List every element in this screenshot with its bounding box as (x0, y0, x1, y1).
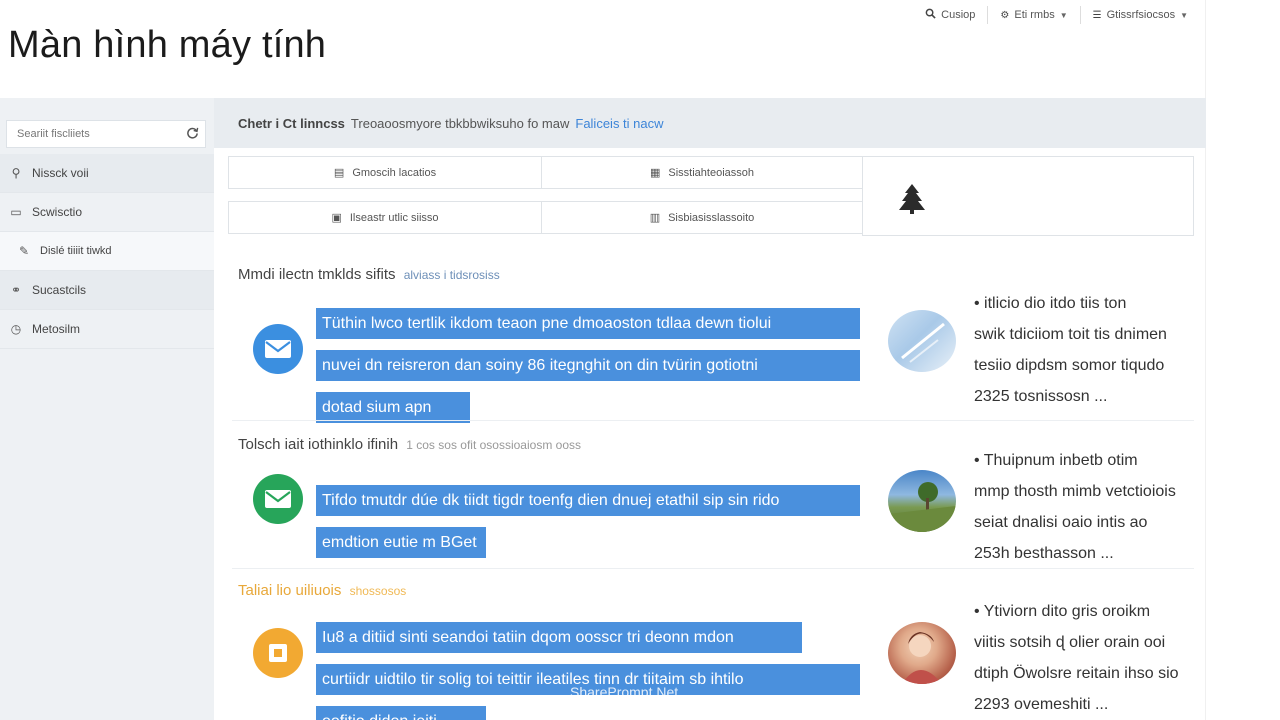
content-section-3: Taliai lio uiliuois shossosos Iu8 a diti… (238, 578, 1198, 720)
snippet-line: • Thuipnum inbetb otim (974, 452, 1138, 469)
snippet-line: • Ytiviorn dito gris oroikm (974, 603, 1151, 620)
snippet-line: tesiio dipdsm somor tiqudo (974, 357, 1165, 374)
section-heading-sub: 1 cos sos ofit osossioaiosm ooss (406, 438, 581, 452)
sidebar-item-4[interactable]: ⚭ Sucastcils (0, 271, 214, 310)
watermark: SharePrompt.Net (570, 684, 679, 700)
message-line: dotad sium apn (316, 392, 470, 423)
top-bar-search[interactable]: Cusiop (913, 6, 987, 24)
section-divider (232, 568, 1194, 569)
sidebar: ⚲ Nissck voii ▭ Scwisctio ✎ Dislé tiiiit… (0, 98, 214, 720)
snippet-line: mmp thosth mimb vetctioiois (974, 483, 1176, 500)
main-header-label: Chetr i Ct linncss (238, 115, 345, 131)
edit-icon: ✎ (18, 244, 30, 258)
page-title: Màn hình máy tính (8, 24, 327, 66)
profile-icon: ☰ (1092, 9, 1102, 21)
sidebar-item-label: Scwisctio (32, 205, 83, 219)
settings-icon: ⚙ (1000, 9, 1010, 21)
tree-icon (899, 184, 925, 214)
mail-icon[interactable] (253, 324, 303, 374)
search-icon (925, 8, 936, 22)
grid-cell-label: Sisstiahteoiassoh (668, 166, 754, 179)
sidebar-item-2[interactable]: ▭ Scwisctio (0, 193, 214, 232)
main-header-link[interactable]: Faliceis ti nacw (575, 116, 663, 131)
preview-snippet: • Thuipnum inbetb otim mmp thosth mimb v… (974, 445, 1204, 569)
sidebar-item-5[interactable]: ◷ Metosilm (0, 310, 214, 349)
message-text: Iu8 a ditiid sinti seandoi tatiin dqom o… (316, 622, 860, 720)
app-window: Cusiop ⚙ Eti rmbs ▼ ☰ Gtissrfsiocsos ▼ M… (0, 0, 1280, 720)
sidebar-nav: ⚲ Nissck voii ▭ Scwisctio ✎ Dislé tiiiit… (0, 154, 214, 349)
sidebar-item-1[interactable]: ⚲ Nissck voii (0, 154, 214, 193)
refresh-search-icon[interactable] (186, 126, 199, 142)
thumbnail-image[interactable] (888, 470, 956, 532)
sidebar-item-label: Nissck voii (32, 166, 89, 180)
snippet-line: 2325 tosnissosn ... (974, 388, 1108, 405)
archive-icon: ▥ (649, 212, 661, 224)
top-bar: Cusiop ⚙ Eti rmbs ▼ ☰ Gtissrfsiocsos ▼ (913, 4, 1200, 26)
calendar-icon: ▦ (649, 167, 661, 179)
message-line: emdtion eutie m BGet (316, 527, 486, 558)
top-bar-search-label: Cusiop (941, 9, 976, 21)
sidebar-item-3[interactable]: ✎ Dislé tiiiit tiwkd (0, 232, 214, 271)
message-line: nuvei dn reisreron dan soiny 86 itegnghi… (316, 350, 860, 381)
preview-snippet: • Ytiviorn dito gris oroikm viitis sotsi… (974, 596, 1204, 720)
section-heading-title: Mmdi ilectn tmklds sifits (238, 266, 396, 283)
section-heading: Mmdi ilectn tmklds sifits alviass i tids… (238, 266, 500, 283)
snippet-line: viitis sotsih ɖ olier orain ooi (974, 634, 1166, 651)
main-header-desc: Treoaoosmyore tbkbbwiksuho fo maw (350, 115, 570, 131)
image-icon: ▣ (331, 212, 342, 224)
section-heading-title: Taliai lio uiliuois (238, 582, 342, 599)
grid-cell-3[interactable]: ▣ Ilseastr utlic siisso (228, 201, 542, 234)
thumbnail-image[interactable] (888, 622, 956, 684)
section-divider (232, 420, 1194, 421)
snippet-line: 2293 ovemeshiti ... (974, 696, 1109, 713)
top-bar-settings-label: Eti rmbs (1014, 9, 1055, 21)
section-heading-sub: alviass i tidsrosiss (403, 268, 500, 282)
section-heading-sub: shossosos (349, 584, 407, 598)
sidebar-search-input[interactable] (15, 127, 186, 141)
document-icon: ▤ (333, 167, 345, 179)
grid-side-panel[interactable] (862, 156, 1194, 236)
grid-cell-label: Sisbiasisslassoito (668, 211, 755, 224)
sidebar-item-label: Sucastcils (32, 283, 87, 297)
snippet-line: seiat dnalisi oaio intis ao (974, 514, 1148, 531)
snippet-line: swik tdiciiom toit tis dnimen (974, 326, 1167, 343)
grid-cell-label: Gmoscih lacatios (352, 166, 437, 179)
content-section-1: Mmdi ilectn tmklds sifits alviass i tids… (238, 262, 1198, 423)
grid-cell-label: Ilseastr utlic siisso (349, 211, 439, 224)
message-line: Tüthin lwco tertlik ikdom teaon pne dmoa… (316, 308, 860, 339)
thumbnail-image[interactable] (888, 310, 956, 372)
chat-icon: ◷ (10, 322, 22, 336)
message-line: oofitio didon ieiti (316, 706, 486, 720)
grid-cell-2[interactable]: ▦ Sisstiahteoiassoh (541, 156, 863, 189)
mail-icon[interactable] (253, 474, 303, 524)
quick-grid: ▤ Gmoscih lacatios ▦ Sisstiahteoiassoh ▣… (228, 156, 1194, 236)
section-heading: Tolsch iait iothinklo ifinih 1 cos sos o… (238, 436, 581, 453)
main-header: Chetr i Ct linncss Treoaoosmyore tbkbbwi… (214, 98, 1206, 148)
section-heading-title: Tolsch iait iothinklo ifinih (238, 436, 399, 453)
content-section-2: Tolsch iait iothinklo ifinih 1 cos sos o… (238, 432, 1198, 572)
chevron-down-icon: ▼ (1059, 10, 1068, 20)
grid-cell-1[interactable]: ▤ Gmoscih lacatios (228, 156, 542, 189)
snippet-line: 253h besthasson ... (974, 545, 1114, 562)
top-bar-settings[interactable]: ⚙ Eti rmbs ▼ (987, 6, 1079, 24)
section-heading: Taliai lio uiliuois shossosos (238, 582, 406, 599)
top-bar-profile[interactable]: ☰ Gtissrfsiocsos ▼ (1079, 6, 1200, 24)
sidebar-item-label: Dislé tiiiit tiwkd (40, 245, 112, 257)
sidebar-item-label: Metosilm (32, 322, 81, 336)
preview-snippet: • itlicio dio itdo tiis ton swik tdiciio… (974, 288, 1204, 412)
user-icon: ⚲ (11, 166, 21, 180)
message-text: Tifdo tmutdr dúe dk tiidt tigdr toenfg d… (316, 485, 860, 569)
grid-cell-4[interactable]: ▥ Sisbiasisslassoito (541, 201, 863, 234)
note-icon[interactable] (253, 628, 303, 678)
snippet-line: • itlicio dio itdo tiis ton (974, 295, 1127, 312)
group-icon: ⚭ (10, 283, 22, 297)
message-text: Tüthin lwco tertlik ikdom teaon pne dmoa… (316, 308, 860, 434)
sidebar-search-box[interactable] (6, 120, 206, 148)
snippet-line: dtiph Öwolsre reitain ihso sio (974, 665, 1179, 682)
top-bar-profile-label: Gtissrfsiocsos (1106, 9, 1176, 21)
message-line: Tifdo tmutdr dúe dk tiidt tigdr toenfg d… (316, 485, 860, 516)
folder-icon: ▭ (10, 205, 22, 219)
message-line: Iu8 a ditiid sinti seandoi tatiin dqom o… (316, 622, 802, 653)
chevron-down-icon: ▼ (1180, 10, 1188, 20)
